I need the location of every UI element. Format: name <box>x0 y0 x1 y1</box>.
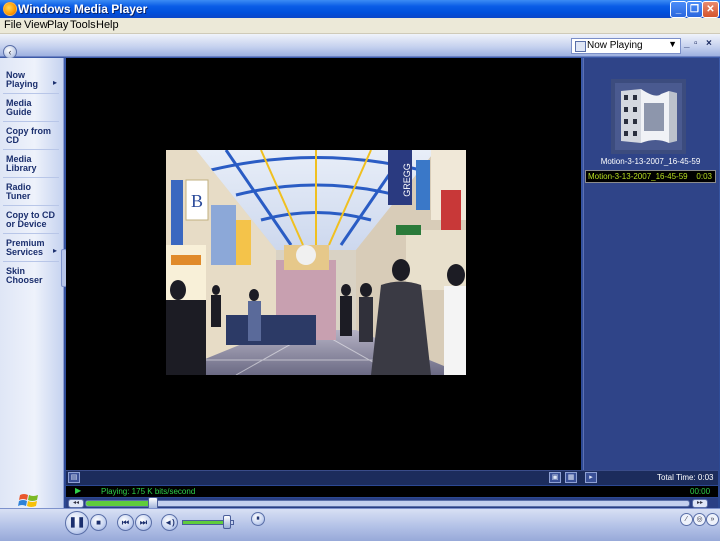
svg-text:B: B <box>191 191 203 211</box>
visualization-icon[interactable]: ◎ <box>693 513 706 526</box>
menu-bar: File View Play Tools Help <box>0 18 720 34</box>
seek-bar[interactable] <box>85 500 690 507</box>
media-player-icon <box>3 2 17 16</box>
view-selector-value: Now Playing <box>587 40 643 51</box>
mute-button[interactable]: ◄) <box>161 514 178 531</box>
previous-button[interactable]: ⏮ <box>117 514 134 531</box>
taskbar-item-media-library[interactable]: Media Library <box>6 155 60 173</box>
pause-button[interactable]: ❚❚ <box>65 511 89 535</box>
now-playing-icon <box>575 41 586 52</box>
total-time: Total Time: 0:03 <box>657 473 714 482</box>
rewind-icon[interactable]: ◂◂ <box>68 499 84 508</box>
taskbar-item-label: Services <box>6 247 44 257</box>
taskbar-item-label: Guide <box>6 107 32 117</box>
playlist-toggle-icon[interactable]: ▸ <box>585 472 597 483</box>
playlist-item-duration: 0:03 <box>696 172 712 181</box>
video-settings-icon[interactable]: ▤ <box>68 472 80 483</box>
minimize-button[interactable]: _ <box>670 1 687 18</box>
album-art <box>611 79 686 154</box>
volume-handle[interactable] <box>223 515 231 529</box>
seek-progress <box>86 501 152 506</box>
play-state-icon: ▶ <box>75 486 82 495</box>
minimize-mode-icon[interactable]: _ <box>684 38 690 49</box>
transport-bar <box>0 508 720 541</box>
next-button[interactable]: ⏭ <box>135 514 152 531</box>
taskbar-item-label: Chooser <box>6 275 43 285</box>
maximize-button[interactable]: ❐ <box>686 1 703 18</box>
taskbar-item-media-guide[interactable]: Media Guide <box>6 99 60 117</box>
eq-icon[interactable]: ⁄ <box>680 513 693 526</box>
menu-play[interactable]: Play <box>47 19 68 31</box>
chevron-right-icon: ▸ <box>53 246 58 255</box>
skin-mode-icon[interactable]: ▫ <box>694 38 698 49</box>
window-title: Windows Media Player <box>18 2 148 16</box>
fullscreen-icon[interactable]: ▣ <box>549 472 561 483</box>
repeat-icon[interactable]: » <box>706 513 719 526</box>
shuffle-button[interactable]: ⏸ <box>251 512 265 526</box>
video-controls-strip <box>66 470 718 485</box>
divider <box>3 177 59 178</box>
back-icon[interactable]: ‹ <box>3 45 17 59</box>
video-frame: B GREGG <box>166 150 466 375</box>
elapsed-time: 00:00 <box>690 487 711 496</box>
taskbar-item-radio-tuner[interactable]: Radio Tuner <box>6 183 60 201</box>
taskbar-item-label: or Device <box>6 219 47 229</box>
divider <box>3 233 59 234</box>
view-selector[interactable]: Now Playing ▼ <box>571 38 681 54</box>
film-strip-icon <box>621 89 677 143</box>
divider <box>3 149 59 150</box>
close-panel-icon[interactable]: × <box>706 38 712 49</box>
status-text: Playing: 175 K bits/second <box>101 487 196 496</box>
taskbar-item-label: Tuner <box>6 191 31 201</box>
menu-help[interactable]: Help <box>96 19 119 31</box>
chevron-right-icon: ▸ <box>53 78 58 87</box>
close-button[interactable]: ✕ <box>702 1 719 18</box>
svg-text:GREGG: GREGG <box>402 163 412 197</box>
taskbar-item-label: Playing <box>6 79 39 89</box>
taskbar-item-skin-chooser[interactable]: Skin Chooser <box>6 267 60 285</box>
divider <box>3 121 59 122</box>
playlist-item[interactable]: Motion-3-13-2007_16-45-59 0:03 <box>585 170 716 183</box>
divider <box>3 93 59 94</box>
title-bar[interactable]: Windows Media Player _ ❐ ✕ <box>0 0 720 18</box>
divider <box>3 261 59 262</box>
album-title: Motion-3-13-2007_16-45-59 <box>600 157 701 166</box>
fast-forward-icon[interactable]: ▸▸ <box>692 499 708 508</box>
taskbar-item-copy-to-cd[interactable]: Copy to CD or Device <box>6 211 60 229</box>
menu-file[interactable]: File <box>4 19 22 31</box>
taskbar-item-premium-services[interactable]: Premium Services <box>6 239 60 257</box>
playlist-item-name: Motion-3-13-2007_16-45-59 <box>588 172 688 181</box>
stop-button[interactable]: ■ <box>90 514 107 531</box>
taskbar-item-now-playing[interactable]: Now Playing <box>6 71 60 89</box>
zoom-icon[interactable]: ▦ <box>565 472 577 483</box>
taskbar-item-label: Library <box>6 163 37 173</box>
chevron-down-icon: ▼ <box>668 39 677 49</box>
divider <box>3 205 59 206</box>
taskbar-item-label: CD <box>6 135 19 145</box>
menu-tools[interactable]: Tools <box>70 19 96 31</box>
menu-view[interactable]: View <box>24 19 48 31</box>
taskbar-item-copy-from-cd[interactable]: Copy from CD <box>6 127 60 145</box>
